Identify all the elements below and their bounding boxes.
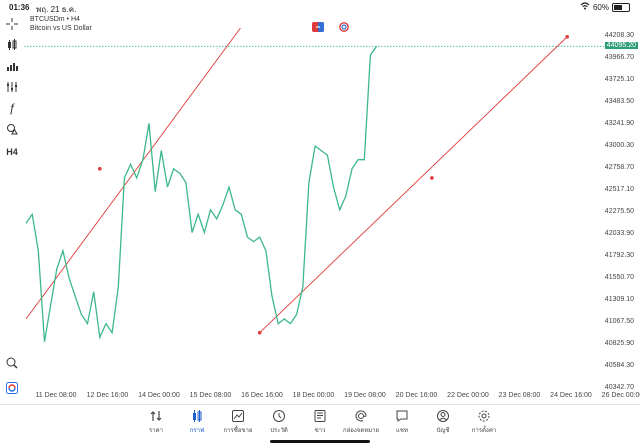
trendline-1[interactable] xyxy=(25,28,247,320)
time-tick: 19 Dec 08:00 xyxy=(344,392,386,399)
nav-history[interactable]: ประวัติ xyxy=(259,409,299,435)
time-tick: 12 Dec 16:00 xyxy=(86,392,129,399)
price-tick: 43483.50 xyxy=(604,98,634,105)
crosshair-icon[interactable] xyxy=(4,16,20,32)
account-icon xyxy=(437,410,449,422)
trendline-2-point-1[interactable] xyxy=(257,330,262,335)
time-tick: 11 Dec 08:00 xyxy=(35,392,77,399)
indicators-icon[interactable] xyxy=(4,79,20,95)
history-icon xyxy=(273,410,285,422)
nav-mailbox[interactable]: กล่องจดหมาย xyxy=(341,409,381,435)
trendline-2-point-2[interactable] xyxy=(430,176,434,180)
nav-label: ประวัติ xyxy=(270,428,288,434)
trendline-2[interactable] xyxy=(259,36,568,334)
price-tick: 40584.30 xyxy=(604,362,634,369)
trendlines-group xyxy=(25,28,568,334)
price-tick: 40342.70 xyxy=(604,384,634,391)
price-tick: 43000.30 xyxy=(604,142,634,149)
price-tick: 41792.30 xyxy=(604,252,634,259)
price-tick: 44208.30 xyxy=(604,32,634,39)
time-tick: 16 Dec 16:00 xyxy=(241,392,283,399)
nav-trade[interactable]: การซื้อขาย xyxy=(218,409,258,435)
nav-chart[interactable]: กราฟ xyxy=(177,409,217,435)
time-tick: 15 Dec 08:00 xyxy=(189,392,232,399)
time-tick: 24 Dec 16:00 xyxy=(550,392,592,399)
wifi-icon xyxy=(580,2,590,12)
trendline-2-point-3[interactable] xyxy=(565,34,569,39)
left-toolbar: ƒ H4 xyxy=(0,14,24,404)
price-tick: 41550.70 xyxy=(604,274,634,281)
chart-icon xyxy=(193,410,202,422)
battery-percent: 60% xyxy=(592,2,609,12)
trendline-1-point-1[interactable] xyxy=(98,166,102,171)
trade-icon xyxy=(232,410,244,422)
nav-label: การตั้งค่า xyxy=(471,428,497,434)
quotes-icon xyxy=(150,411,162,421)
price-tick: 41309.10 xyxy=(604,296,634,303)
nav-settings[interactable]: การตั้งค่า xyxy=(464,409,504,435)
price-tick: 43241.90 xyxy=(604,120,634,127)
status-time: 01:36 xyxy=(9,3,30,12)
nav-chat[interactable]: แชท xyxy=(382,409,422,435)
volume-bars-icon[interactable] xyxy=(4,58,20,74)
nav-label: กล่องจดหมาย xyxy=(342,428,380,434)
nav-label: แชท xyxy=(396,428,408,434)
chat-icon xyxy=(396,410,408,422)
app-logo-icon[interactable] xyxy=(4,380,20,396)
function-icon[interactable]: ƒ xyxy=(4,100,20,116)
mailbox-icon xyxy=(355,410,367,422)
time-tick: 14 Dec 00:00 xyxy=(138,392,180,399)
symbol-name: BTCUSDm • H4 xyxy=(30,16,80,23)
news-icon xyxy=(314,410,326,422)
price-tick: 43966.70 xyxy=(604,54,634,61)
zoom-icon[interactable] xyxy=(4,355,20,371)
candlestick-icon[interactable] xyxy=(4,37,20,53)
time-tick: 22 Dec 00:00 xyxy=(447,392,489,399)
shapes-icon[interactable] xyxy=(4,121,20,137)
nav-label: ราคา xyxy=(149,428,163,434)
time-tick: 23 Dec 08:00 xyxy=(498,392,541,399)
nav-account[interactable]: บัญชี xyxy=(423,409,463,435)
price-tick: 42275.50 xyxy=(604,208,634,215)
time-axis: 11 Dec 08:00 12 Dec 16:00 14 Dec 00:00 15 D… xyxy=(24,392,640,404)
nav-label: การซื้อขาย xyxy=(223,428,253,434)
nav-label: ข่าว xyxy=(314,428,326,434)
price-tick: 40825.90 xyxy=(604,340,634,347)
price-tick: 42517.10 xyxy=(604,186,634,193)
nav-label: บัญชี xyxy=(436,428,450,434)
battery-icon xyxy=(612,2,630,12)
status-right: 60% xyxy=(580,2,630,12)
battery-fill xyxy=(614,4,623,10)
time-tick: 18 Dec 00:00 xyxy=(292,392,335,399)
nav-quotes[interactable]: ราคา xyxy=(136,409,176,435)
nav-label: กราฟ xyxy=(189,428,205,434)
time-tick: 20 Dec 16:00 xyxy=(395,392,438,399)
price-tick: 42758.70 xyxy=(604,164,634,171)
time-tick: 26 Dec 00:00 xyxy=(601,392,640,399)
price-tick: 42033.90 xyxy=(604,230,634,237)
price-line xyxy=(25,45,378,342)
price-axis: 44208.30 43966.70 43725.10 43483.50 43241.90… xyxy=(604,28,640,404)
current-price-label: 44095.20 xyxy=(604,42,638,50)
price-chart[interactable] xyxy=(24,28,610,404)
price-tick: 43725.10 xyxy=(604,76,634,83)
settings-icon xyxy=(478,410,490,422)
nav-news[interactable]: ข่าว xyxy=(300,409,340,435)
price-tick: 41067.50 xyxy=(604,318,634,325)
timeframe-button[interactable]: H4 xyxy=(4,144,20,160)
status-bar: 01:36 พฤ. 21 ธ.ค. 60% xyxy=(0,0,640,14)
trendline-points-group xyxy=(98,34,569,335)
home-indicator xyxy=(270,440,370,443)
